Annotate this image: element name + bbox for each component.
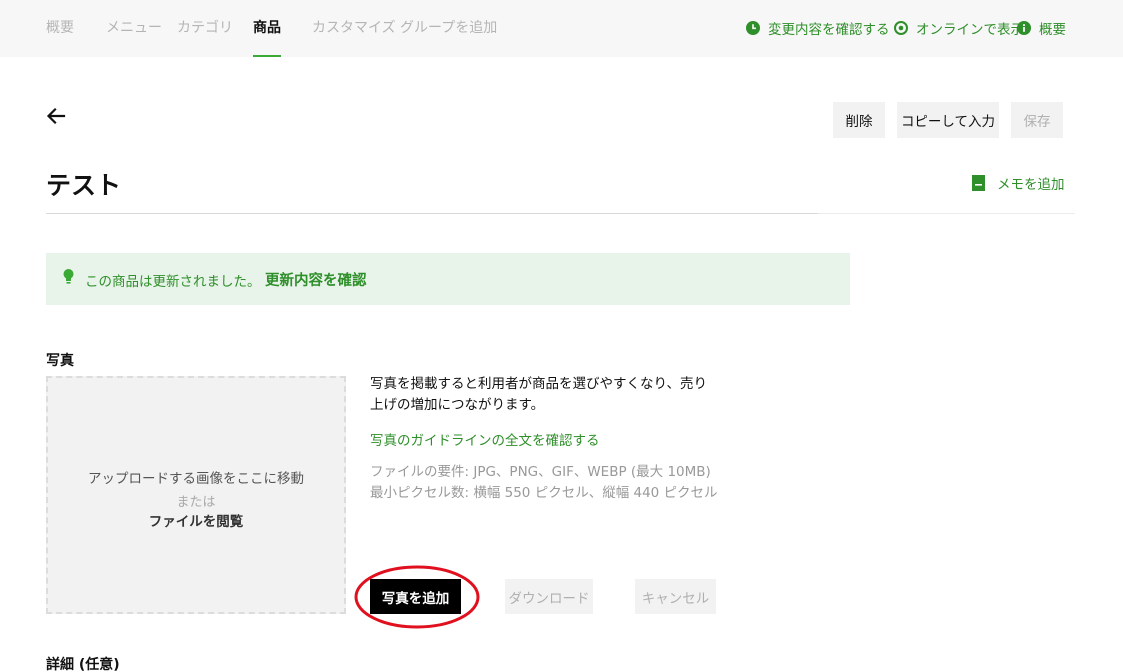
tab-category[interactable]: カテゴリ (177, 17, 233, 37)
add-photo-button[interactable]: 写真を追加 (370, 579, 461, 614)
review-changes-link[interactable]: 変更内容を確認する (746, 18, 890, 38)
dropzone-instruction: アップロードする画像をここに移動 (88, 471, 304, 487)
photo-guideline-link[interactable]: 写真のガイドラインの全文を確認する (370, 429, 600, 449)
info-icon (1017, 21, 1031, 35)
active-tab-indicator (253, 55, 281, 57)
back-arrow-icon[interactable] (44, 104, 68, 128)
memo-icon (972, 175, 985, 191)
cancel-button[interactable]: キャンセル (635, 579, 716, 614)
tab-add-customize-group[interactable]: カスタマイズ グループを追加 (312, 17, 497, 37)
overview-label: 概要 (1039, 22, 1066, 38)
browse-files-link[interactable]: ファイルを閲覧 (48, 510, 344, 530)
add-memo-label: メモを追加 (997, 177, 1065, 193)
title-divider (46, 213, 818, 214)
clock-icon (746, 21, 760, 35)
copy-input-button[interactable]: コピーして入力 (897, 102, 999, 138)
eye-icon (894, 21, 908, 35)
save-button[interactable]: 保存 (1011, 102, 1063, 138)
update-notice-banner: この商品は更新されました。 更新内容を確認 (46, 253, 850, 305)
tab-menu[interactable]: メニュー (106, 17, 162, 37)
photo-section-label: 写真 (46, 353, 74, 369)
photo-dropzone[interactable]: アップロードする画像をここに移動 または ファイルを閲覧 (46, 376, 346, 614)
overview-link[interactable]: 概要 (1017, 18, 1066, 38)
photo-description: 写真を掲載すると利用者が商品を選びやすくなり、売り上げの増加につながります。 (370, 376, 707, 413)
review-changes-label: 変更内容を確認する (768, 22, 890, 38)
view-online-label: オンラインで表示 (916, 22, 1024, 38)
add-memo-link[interactable]: メモを追加 (972, 173, 1065, 193)
tab-products[interactable]: 商品 (253, 17, 281, 37)
memo-divider (818, 213, 1075, 214)
details-section-label: 詳細 (任意) (46, 657, 120, 672)
lightbulb-icon (63, 269, 74, 284)
notice-message: この商品は更新されました。 (85, 274, 261, 290)
dropzone-or: または (176, 495, 216, 510)
view-online-link[interactable]: オンラインで表示 (894, 18, 1024, 38)
tab-overview[interactable]: 概要 (46, 17, 74, 37)
file-requirements: ファイルの要件: JPG、PNG、GIF、WEBP (最大 10MB) 最小ピク… (370, 464, 718, 501)
delete-button[interactable]: 削除 (833, 102, 885, 138)
download-button[interactable]: ダウンロード (505, 579, 593, 614)
top-nav-bar: 概要 メニュー カテゴリ 商品 カスタマイズ グループを追加 変更内容を確認する… (0, 0, 1123, 57)
page-title: テスト (46, 171, 122, 200)
review-update-link[interactable]: 更新内容を確認 (265, 269, 367, 290)
